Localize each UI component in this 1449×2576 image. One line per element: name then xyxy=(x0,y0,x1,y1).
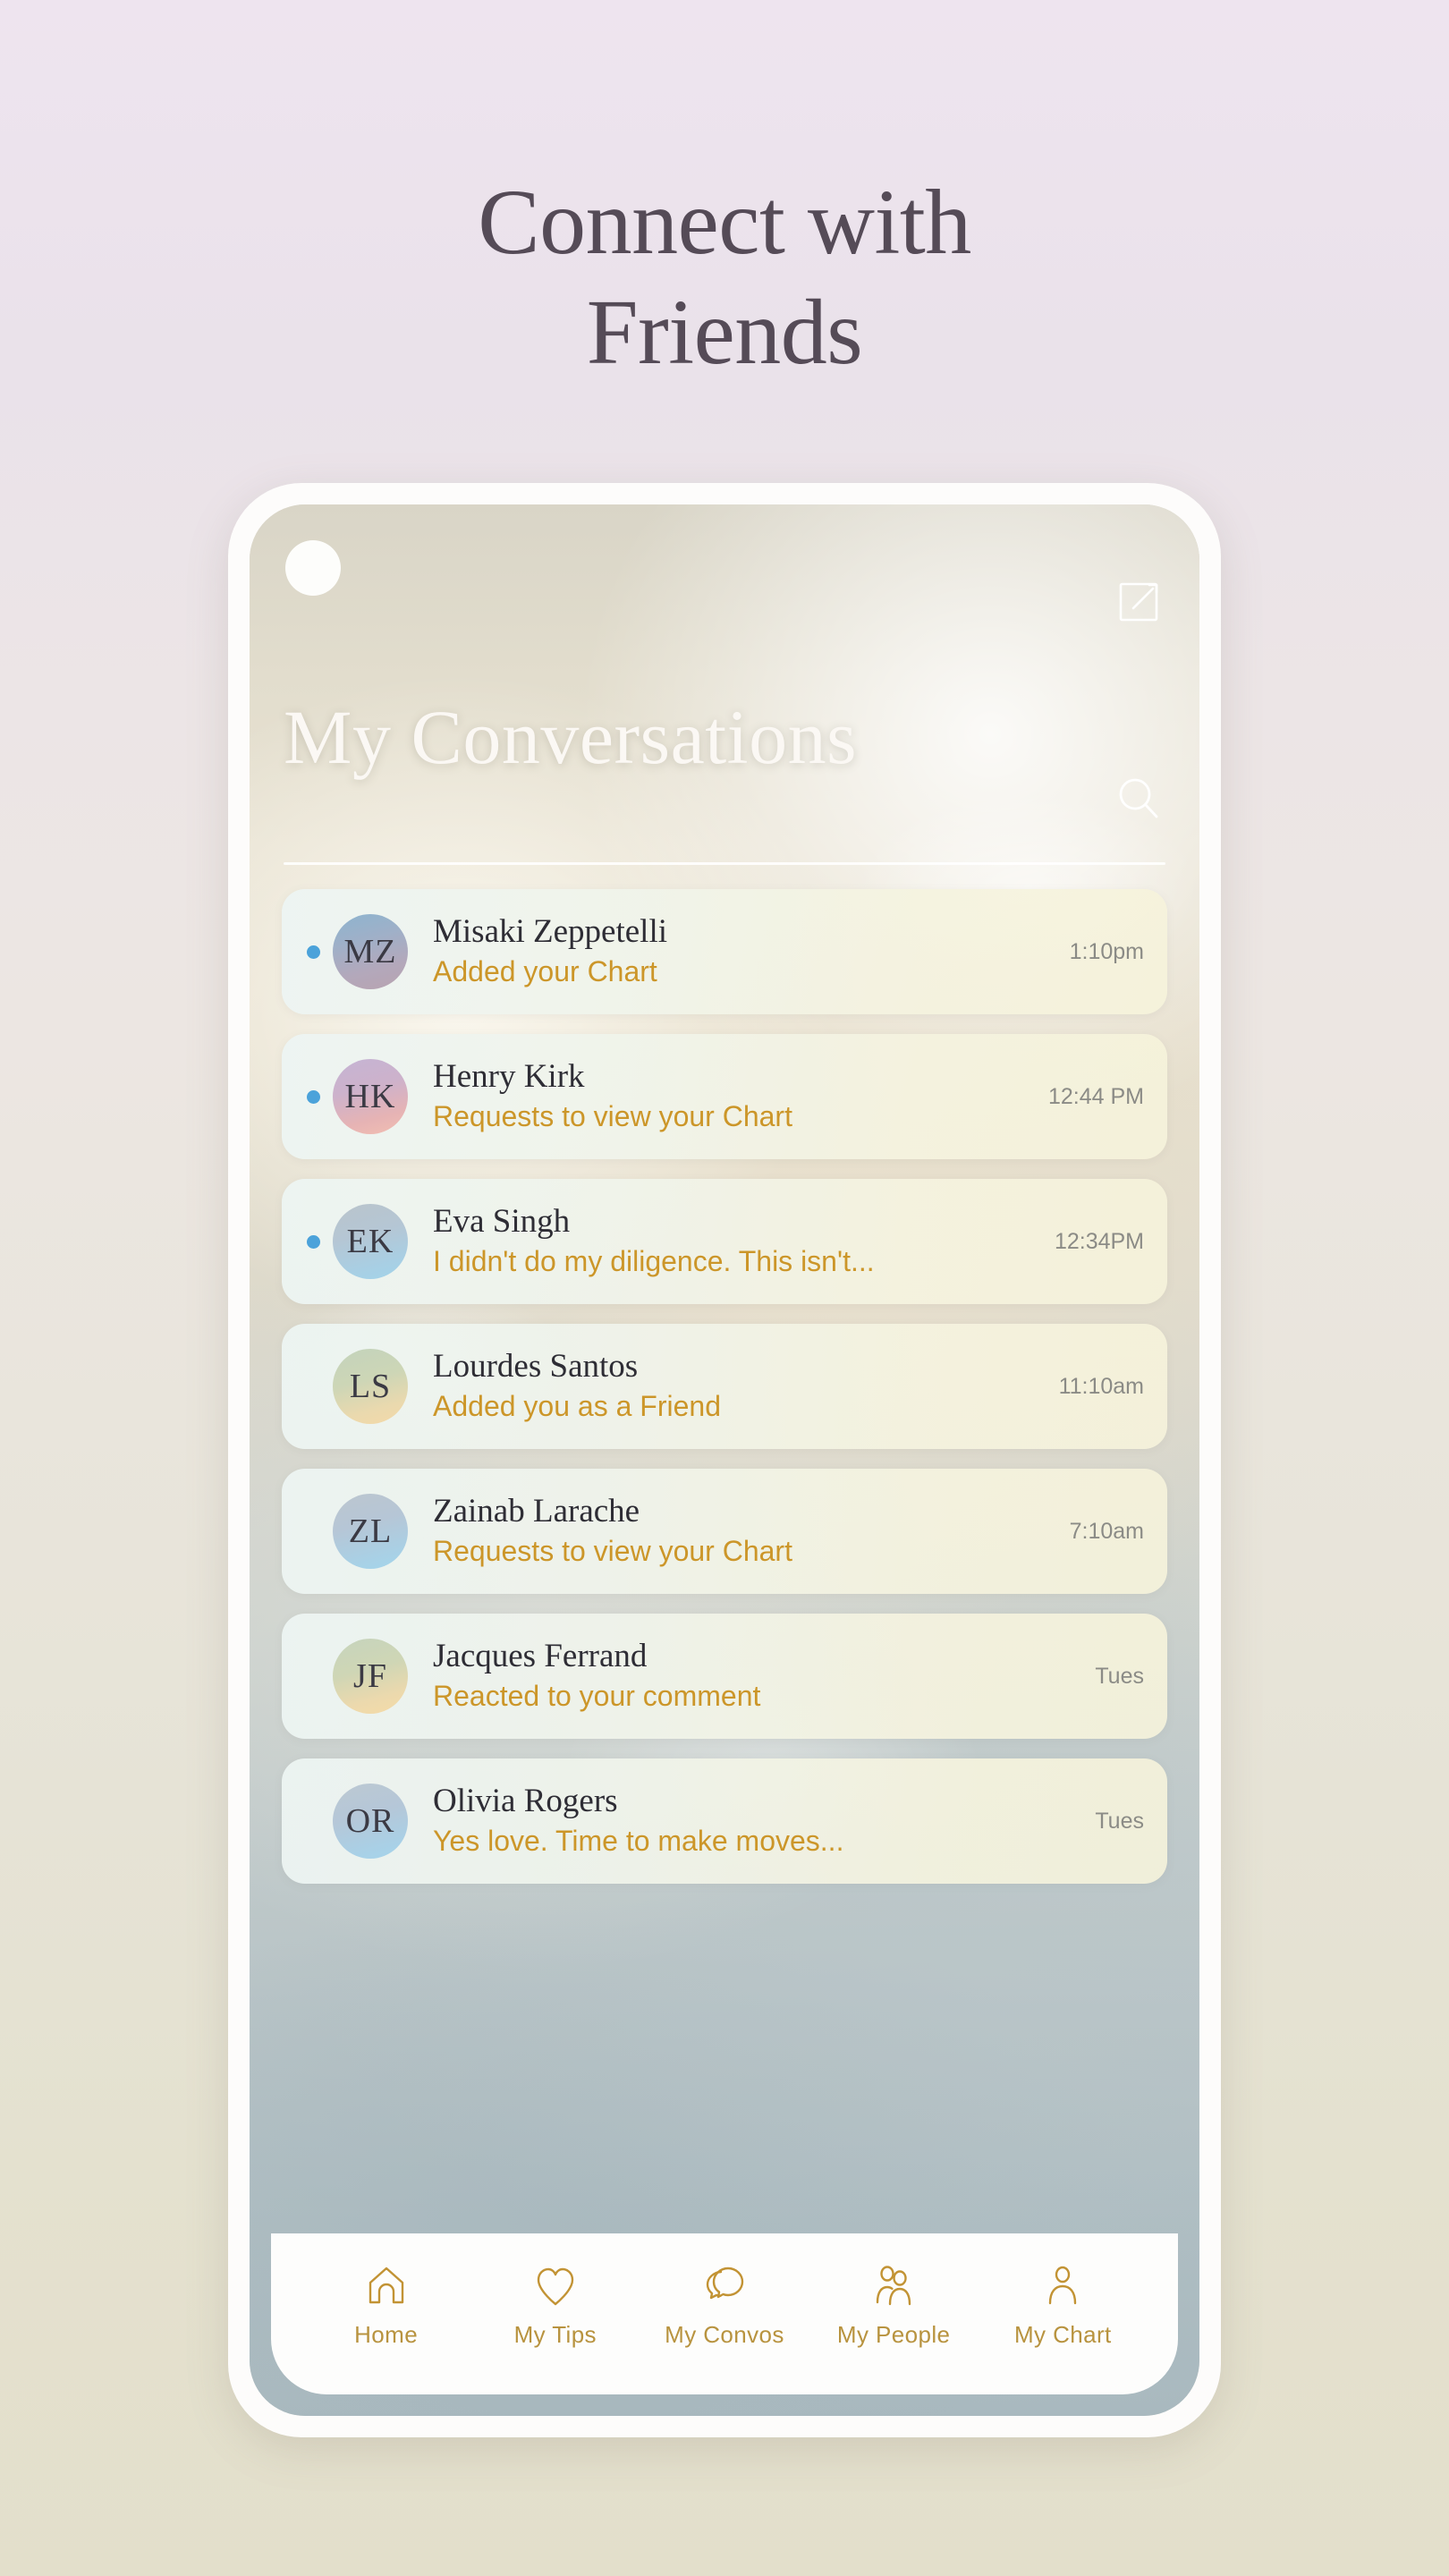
conversation-text: Misaki Zeppetelli Added your Chart xyxy=(433,913,1054,991)
nav-item-my-people[interactable]: My People xyxy=(813,2263,974,2349)
bottom-navigation-bar: Home My Tips My Convos My People My Chart xyxy=(271,2233,1178,2394)
nav-item-label: My Convos xyxy=(665,2321,784,2348)
unread-indicator-dot xyxy=(307,1089,320,1104)
timestamp: 12:44 PM xyxy=(1047,1083,1144,1109)
conversation-list: MZ Misaki Zeppetelli Added your Chart 1:10p… xyxy=(282,889,1167,1884)
unread-indicator-dot xyxy=(307,1234,320,1249)
contact-name: Eva Singh xyxy=(433,1202,571,1240)
contact-name: Zainab Larache xyxy=(433,1492,640,1530)
conversation-row[interactable]: ZL Zainab Larache Requests to view your Ch… xyxy=(282,1469,1167,1594)
nav-item-home[interactable]: Home xyxy=(306,2263,467,2349)
timestamp: 1:10pm xyxy=(1069,938,1144,964)
phone-mockup: My Conversations MZ Misaki Zeppetelli Adde… xyxy=(228,483,1221,2437)
message-preview: Reacted to your comment xyxy=(433,1680,761,1713)
conversation-text: Eva Singh I didn't do my diligence. This … xyxy=(433,1203,1038,1281)
message-preview: I didn't do my diligence. This isn't... xyxy=(433,1245,875,1278)
two-people-icon xyxy=(870,2263,917,2309)
timestamp: Tues xyxy=(1095,1808,1144,1834)
contact-name: Jacques Ferrand xyxy=(433,1637,648,1674)
page-title-line-2: Friends xyxy=(586,280,863,384)
timestamp: 7:10am xyxy=(1069,1518,1144,1544)
timestamp: 11:10am xyxy=(1058,1373,1144,1399)
conversation-row[interactable]: HK Henry Kirk Requests to view your Chart 1… xyxy=(282,1034,1167,1159)
avatar[interactable]: ZL xyxy=(333,1494,408,1569)
conversation-row[interactable]: MZ Misaki Zeppetelli Added your Chart 1:10p… xyxy=(282,889,1167,1014)
message-preview: Requests to view your Chart xyxy=(433,1535,792,1568)
timestamp: Tues xyxy=(1095,1663,1144,1689)
heart-icon xyxy=(532,2263,579,2309)
unread-indicator-dot xyxy=(307,945,320,959)
home-icon xyxy=(363,2263,410,2309)
phone-screen: My Conversations MZ Misaki Zeppetelli Adde… xyxy=(250,504,1199,2416)
conversation-text: Olivia Rogers Yes love. Time to make move… xyxy=(433,1783,1079,1860)
nav-item-my-tips[interactable]: My Tips xyxy=(475,2263,636,2349)
conversation-text: Henry Kirk Requests to view your Chart xyxy=(433,1058,1032,1136)
profile-avatar[interactable] xyxy=(285,540,341,596)
avatar[interactable]: JF xyxy=(333,1639,408,1714)
avatar[interactable]: OR xyxy=(333,1784,408,1859)
nav-item-label: My Chart xyxy=(1014,2321,1112,2348)
search-icon[interactable] xyxy=(1114,773,1164,823)
avatar[interactable]: LS xyxy=(333,1349,408,1424)
nav-item-my-convos[interactable]: My Convos xyxy=(644,2263,805,2349)
timestamp: 12:34PM xyxy=(1054,1228,1144,1254)
message-preview: Added your Chart xyxy=(433,955,657,988)
message-preview: Requests to view your Chart xyxy=(433,1100,792,1133)
message-preview: Added you as a Friend xyxy=(433,1390,721,1423)
conversation-text: Zainab Larache Requests to view your Char… xyxy=(433,1493,1054,1571)
message-preview: Yes love. Time to make moves... xyxy=(433,1825,844,1858)
conversation-row[interactable]: OR Olivia Rogers Yes love. Time to make mo… xyxy=(282,1758,1167,1884)
page-title: Connect with Friends xyxy=(0,168,1449,387)
header-divider xyxy=(284,862,1165,865)
nav-item-label: My Tips xyxy=(513,2321,597,2348)
conversation-row[interactable]: LS Lourdes Santos Added you as a Friend 11:… xyxy=(282,1324,1167,1449)
screen-title: My Conversations xyxy=(284,694,858,780)
nav-item-my-chart[interactable]: My Chart xyxy=(982,2263,1143,2349)
compose-icon[interactable] xyxy=(1114,576,1165,628)
conversation-text: Jacques Ferrand Reacted to your comment xyxy=(433,1638,1079,1716)
avatar[interactable]: EK xyxy=(333,1204,408,1279)
nav-item-label: My People xyxy=(836,2321,951,2348)
nav-item-label: Home xyxy=(354,2321,419,2348)
conversation-row[interactable]: EK Eva Singh I didn't do my diligence. Thi… xyxy=(282,1179,1167,1304)
avatar[interactable]: MZ xyxy=(333,914,408,989)
avatar[interactable]: HK xyxy=(333,1059,408,1134)
contact-name: Henry Kirk xyxy=(433,1057,585,1095)
page-title-line-1: Connect with xyxy=(478,171,971,274)
chat-bubbles-icon xyxy=(701,2263,748,2309)
person-icon xyxy=(1039,2263,1086,2309)
conversation-row[interactable]: JF Jacques Ferrand Reacted to your comment… xyxy=(282,1614,1167,1739)
contact-name: Olivia Rogers xyxy=(433,1782,618,1819)
contact-name: Misaki Zeppetelli xyxy=(433,912,668,950)
conversation-text: Lourdes Santos Added you as a Friend xyxy=(433,1348,1043,1426)
contact-name: Lourdes Santos xyxy=(433,1347,639,1385)
